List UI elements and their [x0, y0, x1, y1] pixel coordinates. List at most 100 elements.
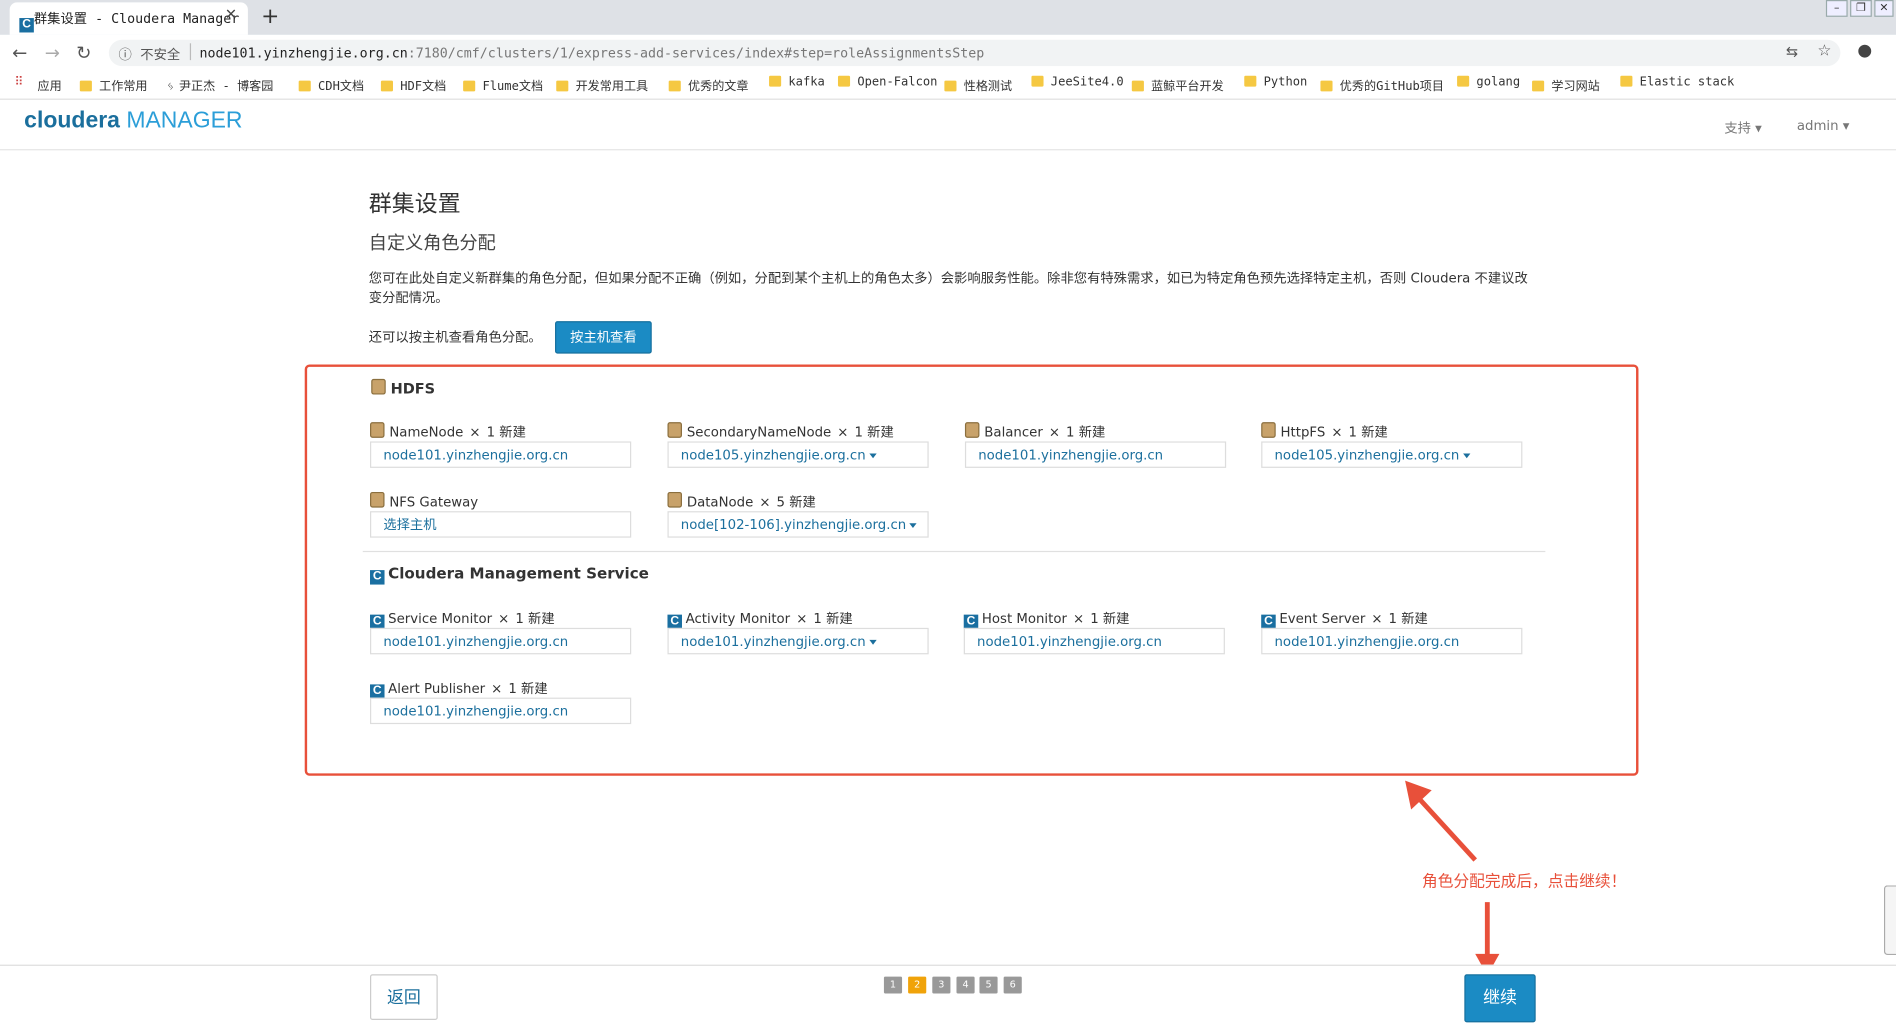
step-indicator: 6 — [1003, 976, 1022, 994]
window-close-icon[interactable]: ✕ — [1874, 0, 1894, 17]
host-value: node101.yinzhengjie.org.cn — [680, 633, 866, 650]
role-icon — [370, 491, 385, 508]
profile-icon[interactable]: ● — [1857, 41, 1872, 60]
bookmark-item[interactable]: 优秀的GitHub项目 — [1320, 76, 1444, 94]
arrow-up-line — [1412, 792, 1478, 862]
security-label: 不安全 — [140, 46, 181, 63]
bookmark-item[interactable]: 蓝鲸平台开发 — [1131, 76, 1224, 94]
tab-title: 群集设置 - Cloudera Manager — [33, 10, 240, 27]
role-label: C Activity Monitor × 1 新建 — [667, 609, 853, 630]
url-text[interactable]: node101.yinzhengjie.org.cn:7180/cmf/clus… — [200, 46, 985, 62]
restore-icon[interactable]: ❐ — [1850, 0, 1872, 17]
bookmark-item[interactable]: Elastic stack — [1620, 75, 1734, 89]
host-selector[interactable]: node101.yinzhengjie.org.cn — [667, 627, 929, 655]
step-indicator: 4 — [956, 976, 975, 994]
host-selector[interactable]: node105.yinzhengjie.org.cn — [667, 441, 929, 468]
host-value: node105.yinzhengjie.org.cn — [1274, 447, 1460, 464]
host-selector[interactable]: node101.yinzhengjie.org.cn — [370, 697, 632, 725]
host-selector[interactable]: node101.yinzhengjie.org.cn — [963, 627, 1225, 655]
role-icon — [1261, 422, 1276, 438]
feedback-side-tab[interactable] — [1883, 885, 1896, 956]
back-arrow-icon[interactable]: ← — [12, 42, 27, 64]
bookmark-item[interactable]: CDH文档 — [298, 76, 364, 94]
role-count: 1 新建 — [1348, 424, 1388, 441]
user-menu[interactable]: admin ▾ — [1797, 118, 1850, 134]
translate-icon[interactable]: ⇆ — [1786, 43, 1798, 60]
host-value: node101.yinzhengjie.org.cn — [383, 447, 569, 464]
role-label: NameNode × 1 新建 — [370, 422, 526, 441]
support-menu[interactable]: 支持 ▾ — [1724, 118, 1762, 137]
info-icon[interactable]: ⓘ — [119, 45, 132, 64]
close-tab-icon[interactable]: ✕ — [225, 6, 237, 23]
view-by-host-button[interactable]: 按主机查看 — [555, 321, 652, 354]
url-host: node101.yinzhengjie.org.cn — [199, 45, 408, 62]
bookmark-item[interactable]: Python — [1244, 75, 1307, 89]
role-name: Host Monitor — [981, 611, 1067, 627]
host-selector[interactable]: 选择主机 — [370, 511, 632, 538]
host-selector[interactable]: node101.yinzhengjie.org.cn — [964, 441, 1227, 468]
wizard-footer — [0, 964, 1896, 1033]
page-description: 您可在此处自定义新群集的角色分配，但如果分配不正确（例如，分配到某个主机上的角色… — [368, 270, 1528, 306]
folder-icon — [1457, 75, 1470, 87]
role-count: 5 新建 — [776, 494, 816, 510]
role-name: Event Server — [1279, 611, 1366, 627]
continue-button[interactable]: 继续 — [1464, 974, 1536, 1023]
bookmark-item[interactable]: 开发常用工具 — [556, 76, 648, 94]
bookmark-item[interactable]: kafka — [769, 75, 825, 89]
role-name: NFS Gateway — [389, 494, 479, 510]
role-multiplier: × — [1048, 424, 1061, 441]
bookmark-item[interactable]: 学习网站 — [1532, 76, 1600, 94]
bookmark-item[interactable]: JeeSite4.0 — [1031, 75, 1124, 89]
favicon-icon: C — [19, 10, 34, 33]
section-divider — [362, 550, 1546, 553]
host-selector[interactable]: node101.yinzhengjie.org.cn — [1261, 627, 1523, 655]
step-indicator-current: 2 — [908, 976, 927, 994]
role-icon — [667, 491, 682, 508]
new-tab-icon[interactable]: + — [261, 4, 279, 29]
role-name: SecondaryNameNode — [686, 424, 832, 441]
role-multiplier: × — [498, 611, 510, 627]
role-multiplier: × — [469, 424, 481, 441]
host-value: node101.yinzhengjie.org.cn — [1274, 633, 1460, 650]
folder-icon — [1620, 75, 1633, 87]
bookmark-item[interactable]: 优秀的文章 — [668, 76, 748, 94]
folder-icon — [1131, 80, 1144, 92]
bookmark-item[interactable]: ᛃ 尹正杰 - 博客园 — [167, 76, 273, 94]
hdfs-section-title: HDFS — [371, 378, 435, 397]
role-label: C Event Server × 1 新建 — [1261, 609, 1428, 630]
bookmark-item[interactable]: Open-Falcon — [837, 75, 937, 89]
omnibox-divider — [189, 43, 192, 61]
role-multiplier: × — [491, 680, 503, 697]
forward-arrow-icon[interactable]: → — [45, 42, 60, 64]
bookmark-item[interactable]: HDF文档 — [380, 76, 446, 94]
host-selector[interactable]: node105.yinzhengjie.org.cn — [1261, 441, 1523, 468]
bookmark-item[interactable]: Flume文档 — [463, 76, 543, 94]
step-indicator: 3 — [932, 976, 951, 994]
role-label: HttpFS × 1 新建 — [1261, 422, 1388, 441]
role-multiplier: × — [759, 494, 771, 510]
star-icon[interactable]: ☆ — [1817, 42, 1831, 60]
cloudera-logo[interactable]: cloudera MANAGER — [24, 108, 242, 134]
role-icon — [667, 422, 682, 438]
role-multiplier: × — [1072, 611, 1085, 627]
role-count: 1 新建 — [508, 680, 548, 697]
folder-icon — [944, 80, 957, 92]
host-selector[interactable]: node[102-106].yinzhengjie.org.cn — [667, 511, 929, 538]
annotation-text: 角色分配完成后，点击继续！ — [1422, 873, 1627, 892]
bookmark-item[interactable]: 应用 — [37, 76, 61, 94]
folder-icon — [668, 80, 681, 92]
bookmark-item[interactable]: 工作常用 — [79, 76, 148, 94]
host-selector[interactable]: node101.yinzhengjie.org.cn — [370, 627, 632, 655]
role-name: DataNode — [686, 494, 754, 510]
role-name: Service Monitor — [388, 611, 493, 627]
host-value: node101.yinzhengjie.org.cn — [978, 447, 1164, 464]
apps-icon[interactable]: ⠿ — [15, 76, 24, 89]
bookmark-item[interactable]: golang — [1457, 75, 1520, 89]
minimize-icon[interactable]: – — [1825, 0, 1848, 17]
host-value: node101.yinzhengjie.org.cn — [383, 633, 569, 650]
host-selector[interactable]: node101.yinzhengjie.org.cn — [370, 441, 632, 468]
role-count: 1 新建 — [1066, 424, 1106, 441]
back-button[interactable]: 返回 — [370, 974, 438, 1020]
bookmark-item[interactable]: 性格测试 — [944, 76, 1012, 94]
reload-icon[interactable]: ↻ — [76, 42, 91, 64]
